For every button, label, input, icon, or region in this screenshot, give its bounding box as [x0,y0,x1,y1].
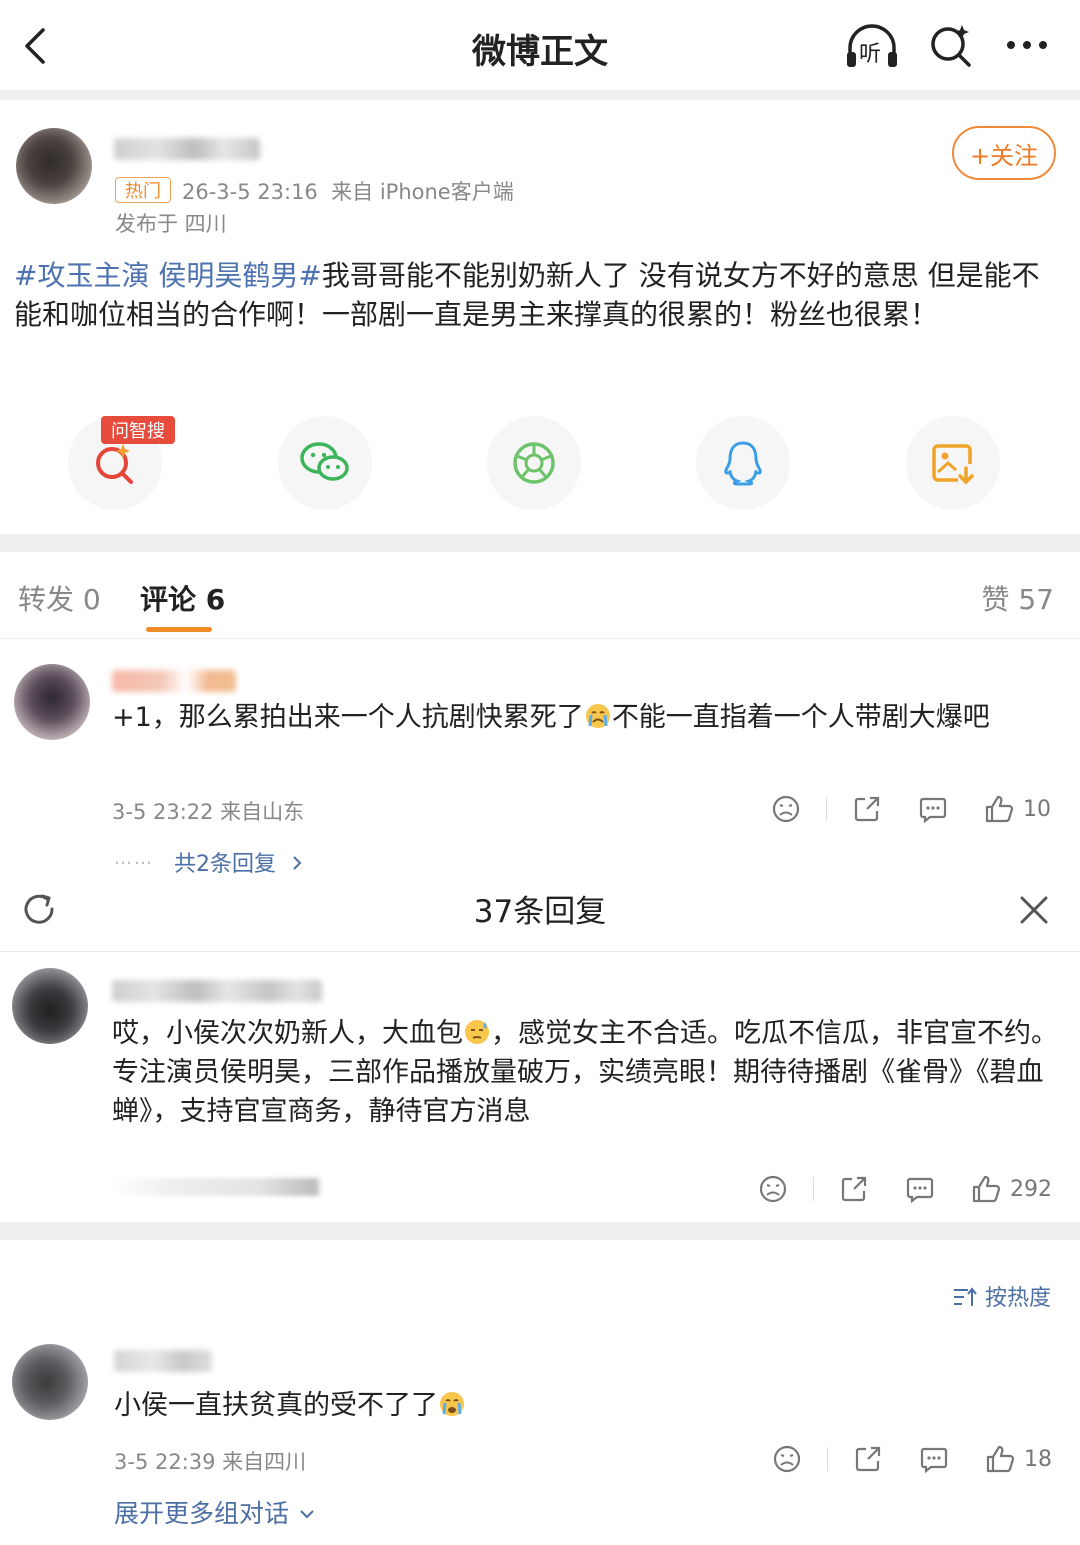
post-location: 发布于 四川 [115,212,227,236]
reply-dots: …… [114,848,154,869]
search-sparkle-icon [931,25,971,67]
reply-text-part: 哎，小侯次次奶新人，大血包 [112,1018,463,1049]
sort-label: 按热度 [985,1286,1052,1311]
thumbs-up-icon[interactable] [970,1173,1002,1205]
tab-active-indicator [146,627,212,632]
page-title: 微博正文 [472,32,608,72]
thumbs-up-icon[interactable] [983,793,1015,825]
comment-text-part: 小侯一直扶贫真的受不了了 [114,1390,438,1421]
comment-text-part: +1，那么累拍出来一个人抗剧快累死了 [112,702,584,733]
reply-text: 哎，小侯次次奶新人，大血包 ，感觉女主不合适。吃瓜不信瓜，非官宣不约。专注演员侯明… [112,1014,1058,1131]
topic-link[interactable]: #攻玉主演 侯明昊鹤男# [14,259,322,292]
comment-text: +1，那么累拍出来一个人抗剧快累死了 不能一直指着一个人带剧大爆吧 [112,698,1052,737]
view-replies-link[interactable]: 共2条回复 [174,846,307,878]
hot-badge: 热门 [115,177,171,203]
reply-sheet-title: 37条回复 [473,894,607,930]
dislike-face-icon[interactable] [771,1443,803,1475]
moments-icon [513,442,555,484]
comment-bubble-icon[interactable] [917,793,949,825]
chevron-right-icon [293,856,302,870]
expand-conversation-link[interactable]: 展开更多组对话 [114,1494,317,1530]
tab-repost[interactable]: 转发 0 [18,578,101,618]
commenter-name-redacted[interactable] [112,670,236,692]
comment-text: 小侯一直扶贫真的受不了了 [114,1386,1014,1425]
ai-search-icon [96,444,133,484]
comment-actions: 18 [771,1440,1052,1478]
chevron-down-icon [300,1510,314,1519]
crying-emoji-icon [440,1392,464,1416]
expand-label: 展开更多组对话 [114,1499,290,1528]
comment-bubble-icon[interactable] [904,1173,936,1205]
top-bar: 微博正文 听 [0,0,1080,92]
sort-icon [954,1287,977,1306]
divider [0,90,1080,100]
thumbs-up-icon[interactable] [984,1443,1016,1475]
share-icon[interactable] [851,793,883,825]
comment-actions: 10 [770,790,1051,828]
comment-meta: 3-5 22:39 来自四川 [114,1450,307,1474]
author-avatar[interactable] [16,128,92,204]
share-moments-button[interactable] [487,416,581,510]
sort-button[interactable]: 按热度 [952,1280,1051,1312]
listen-label: 听 [859,42,882,67]
qq-icon [724,441,762,486]
commenter-name-redacted[interactable] [114,1350,212,1372]
comment-bubble-icon[interactable] [918,1443,950,1475]
crying-emoji-icon [585,704,610,728]
reply-actions: 292 [757,1170,1052,1208]
more-button[interactable] [1004,32,1050,58]
sweat-emoji-icon [465,1020,489,1044]
share-wechat-button[interactable] [278,416,372,510]
more-dots-icon [1007,41,1047,49]
reply-avatar[interactable] [12,968,88,1044]
divider [0,638,1080,639]
comment-meta: 3-5 23:22 来自山东 [112,800,305,824]
like-count: 10 [1023,796,1051,822]
save-image-button[interactable] [906,416,1000,510]
close-icon [1020,896,1048,924]
ai-search-badge: 问智搜 [101,416,175,444]
commenter-avatar[interactable] [14,664,90,740]
listen-button[interactable]: 听 [842,20,902,72]
tab-likes[interactable]: 赞 57 [981,578,1054,618]
reply-meta-redacted [112,1178,322,1196]
close-button[interactable] [1016,892,1052,928]
tab-comments[interactable]: 评论 6 [140,578,225,618]
divider [827,1447,828,1471]
follow-button[interactable]: +关注 [952,126,1056,180]
post-time-source: 26-3-5 23:16 来自 iPhone客户端 [182,180,514,204]
reply-name-redacted[interactable] [112,980,322,1002]
divider [0,534,1080,552]
search-button[interactable] [928,22,974,68]
share-icon[interactable] [852,1443,884,1475]
comment-text-part: 不能一直指着一个人带剧大爆吧 [611,702,990,733]
divider [826,797,827,821]
author-name-redacted[interactable] [114,138,260,160]
like-count: 292 [1010,1176,1052,1202]
divider [813,1177,814,1201]
commenter-avatar[interactable] [12,1344,88,1420]
view-replies-label: 共2条回复 [174,852,276,877]
dislike-face-icon[interactable] [770,793,802,825]
post-content: #攻玉主演 侯明昊鹤男#我哥哥能不能别奶新人了 没有说女方不好的意思 但是能不能… [14,256,1064,334]
divider [0,1222,1080,1240]
divider [0,951,1080,952]
dislike-face-icon[interactable] [757,1173,789,1205]
like-count: 18 [1024,1446,1052,1472]
share-qq-button[interactable] [696,416,790,510]
save-image-icon [932,444,974,485]
wechat-icon [300,442,349,481]
share-icon[interactable] [838,1173,870,1205]
